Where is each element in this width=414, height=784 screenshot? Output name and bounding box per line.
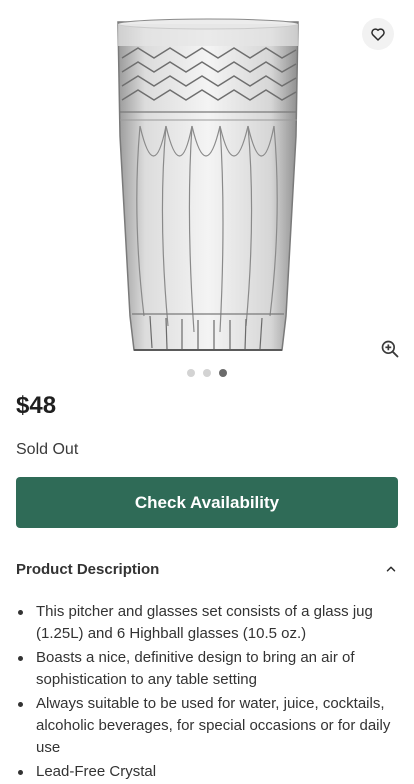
list-item: Always suitable to be used for water, ju… xyxy=(16,693,398,759)
product-image-gallery[interactable] xyxy=(0,0,414,390)
wishlist-button[interactable] xyxy=(362,18,394,50)
product-description-title: Product Description xyxy=(16,560,160,578)
carousel-dot-active[interactable] xyxy=(219,369,227,377)
list-item: This pitcher and glasses set consists of… xyxy=(16,601,398,645)
check-availability-button[interactable]: Check Availability xyxy=(16,477,398,528)
bullet-icon xyxy=(18,610,23,615)
product-description-toggle[interactable]: Product Description xyxy=(16,552,398,586)
product-price: $48 xyxy=(16,392,57,419)
carousel-dots xyxy=(0,369,414,377)
description-item-text: Boasts a nice, definitive design to brin… xyxy=(36,649,355,688)
zoom-in-icon[interactable] xyxy=(380,339,400,359)
bullet-icon xyxy=(18,656,23,661)
carousel-dot[interactable] xyxy=(187,369,195,377)
carousel-dot[interactable] xyxy=(203,369,211,377)
chevron-up-icon xyxy=(386,566,396,572)
product-image xyxy=(117,18,299,351)
bullet-icon xyxy=(18,770,23,775)
list-item: Boasts a nice, definitive design to brin… xyxy=(16,647,398,691)
heart-icon xyxy=(371,28,385,41)
stock-status: Sold Out xyxy=(16,441,79,458)
list-item: Lead-Free Crystal xyxy=(16,761,398,783)
bullet-icon xyxy=(18,702,23,707)
product-description-list: This pitcher and glasses set consists of… xyxy=(16,601,398,784)
description-item-text: Lead-Free Crystal xyxy=(36,763,157,780)
description-item-text: This pitcher and glasses set consists of… xyxy=(36,603,373,642)
description-item-text: Always suitable to be used for water, ju… xyxy=(36,695,391,756)
